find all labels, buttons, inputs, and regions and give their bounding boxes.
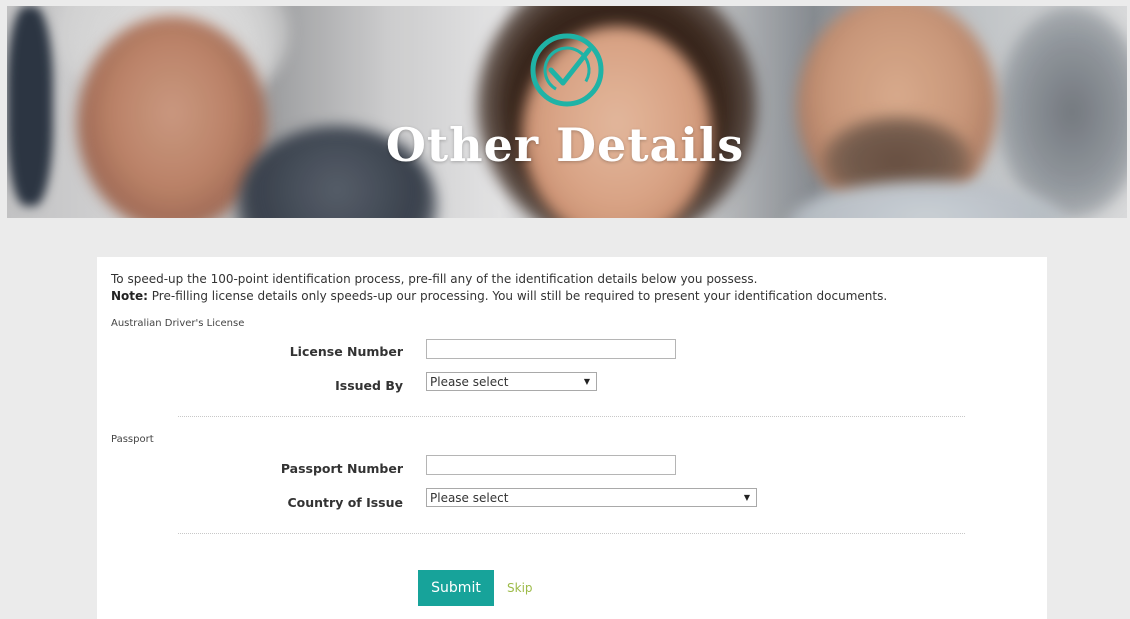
chevron-down-icon: ▼: [583, 377, 590, 386]
note-label: Note:: [111, 289, 148, 303]
check-circle-icon: [530, 33, 604, 107]
issued-by-selected-value: Please select: [430, 375, 509, 389]
skip-link[interactable]: Skip: [507, 581, 533, 595]
chevron-down-icon: ▼: [743, 493, 750, 502]
form-intro: To speed-up the 100-point identification…: [111, 271, 1041, 305]
issued-by-label: Issued By: [335, 378, 403, 393]
identification-form: To speed-up the 100-point identification…: [97, 257, 1047, 619]
section-divider: [178, 533, 965, 534]
intro-text: To speed-up the 100-point identification…: [111, 272, 758, 286]
license-number-label: License Number: [289, 344, 403, 359]
country-selected-value: Please select: [430, 491, 509, 505]
section-label-drivers-license: Australian Driver's License: [111, 318, 245, 329]
country-of-issue-select[interactable]: Please select ▼: [426, 488, 757, 507]
section-divider: [178, 416, 965, 417]
license-number-input[interactable]: [426, 339, 676, 359]
issued-by-select[interactable]: Please select ▼: [426, 372, 597, 391]
note-line: Note: Pre-filling license details only s…: [111, 288, 1041, 305]
section-label-passport: Passport: [111, 434, 154, 445]
passport-number-input[interactable]: [426, 455, 676, 475]
note-text: Pre-filling license details only speeds-…: [147, 289, 888, 303]
page-title: Other Details: [385, 118, 745, 172]
country-of-issue-label: Country of Issue: [287, 495, 404, 510]
passport-number-label: Passport Number: [280, 461, 403, 476]
submit-button[interactable]: Submit: [418, 570, 494, 606]
